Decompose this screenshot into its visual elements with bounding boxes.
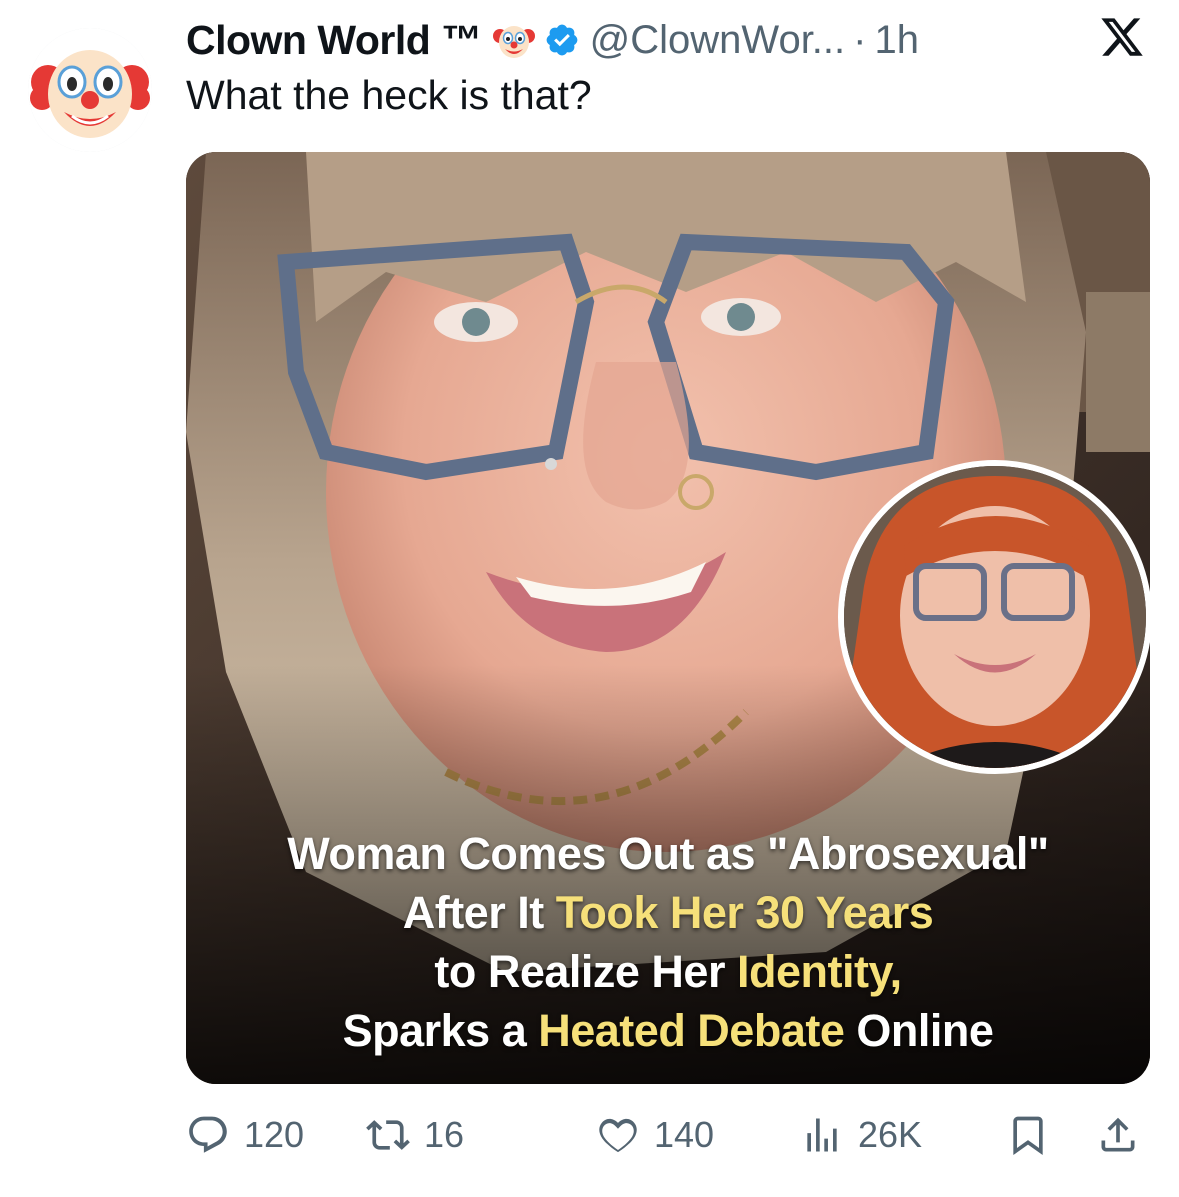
tweet-header: Clown World ™ @ClownWor... · 1h	[186, 10, 1155, 70]
author-handle[interactable]: @ClownWor...	[590, 18, 846, 63]
author-avatar[interactable]	[28, 28, 152, 152]
media-headline: Woman Comes Out as "Abrosexual" After It …	[186, 824, 1150, 1060]
verified-badge-icon	[544, 22, 580, 58]
analytics-icon	[807, 1118, 837, 1152]
retweet-button[interactable]: 16	[366, 1110, 464, 1160]
tweet-text: What the heck is that?	[186, 72, 592, 118]
headline-highlight-text: Identity,	[736, 946, 902, 997]
headline-text: Woman Comes Out as "Abrosexual"	[287, 828, 1049, 879]
views-count: 26K	[858, 1114, 923, 1155]
bookmark-icon	[1013, 1116, 1043, 1156]
headline-text: Online	[844, 1005, 994, 1056]
separator-dot: ·	[853, 17, 867, 62]
bookmark-button[interactable]	[1006, 1110, 1050, 1160]
headline-highlight-text: Heated Debate	[538, 1005, 845, 1056]
like-count: 140	[654, 1114, 715, 1155]
tweet-action-bar: 120 16 140 26K	[186, 1110, 1150, 1160]
retweet-count: 16	[424, 1114, 465, 1155]
views-button[interactable]: 26K	[800, 1110, 922, 1160]
share-icon	[1101, 1117, 1135, 1152]
reply-icon	[189, 1116, 227, 1153]
headline-text: Sparks a	[342, 1005, 539, 1056]
headline-text: to Realize Her	[434, 946, 737, 997]
inset-portrait-photo	[838, 460, 1150, 774]
clown-face-icon	[492, 18, 536, 62]
x-logo-icon[interactable]	[1099, 14, 1145, 60]
author-name[interactable]: Clown World ™	[186, 17, 482, 64]
headline-line: to Realize Her Identity,	[186, 942, 1150, 1001]
clown-face-icon	[28, 28, 152, 152]
reply-button[interactable]: 120	[186, 1110, 304, 1160]
like-button[interactable]: 140	[596, 1110, 714, 1160]
share-button[interactable]	[1096, 1110, 1140, 1160]
reply-count: 120	[244, 1114, 305, 1155]
retweet-icon	[366, 1120, 410, 1150]
tweet-timestamp[interactable]: 1h	[874, 18, 919, 63]
headline-line: Woman Comes Out as "Abrosexual"	[186, 824, 1150, 883]
headline-text: After It	[402, 887, 556, 938]
tweet-media-image[interactable]: Woman Comes Out as "Abrosexual" After It …	[186, 152, 1150, 1084]
headline-highlight-text: Took Her 30 Years	[555, 887, 934, 938]
headline-line: After It Took Her 30 Years	[186, 883, 1150, 942]
tweet-card[interactable]: Clown World ™ @ClownWor... · 1h What the…	[0, 0, 1179, 1197]
headline-line: Sparks a Heated Debate Online	[186, 1001, 1150, 1060]
heart-icon	[599, 1118, 637, 1153]
